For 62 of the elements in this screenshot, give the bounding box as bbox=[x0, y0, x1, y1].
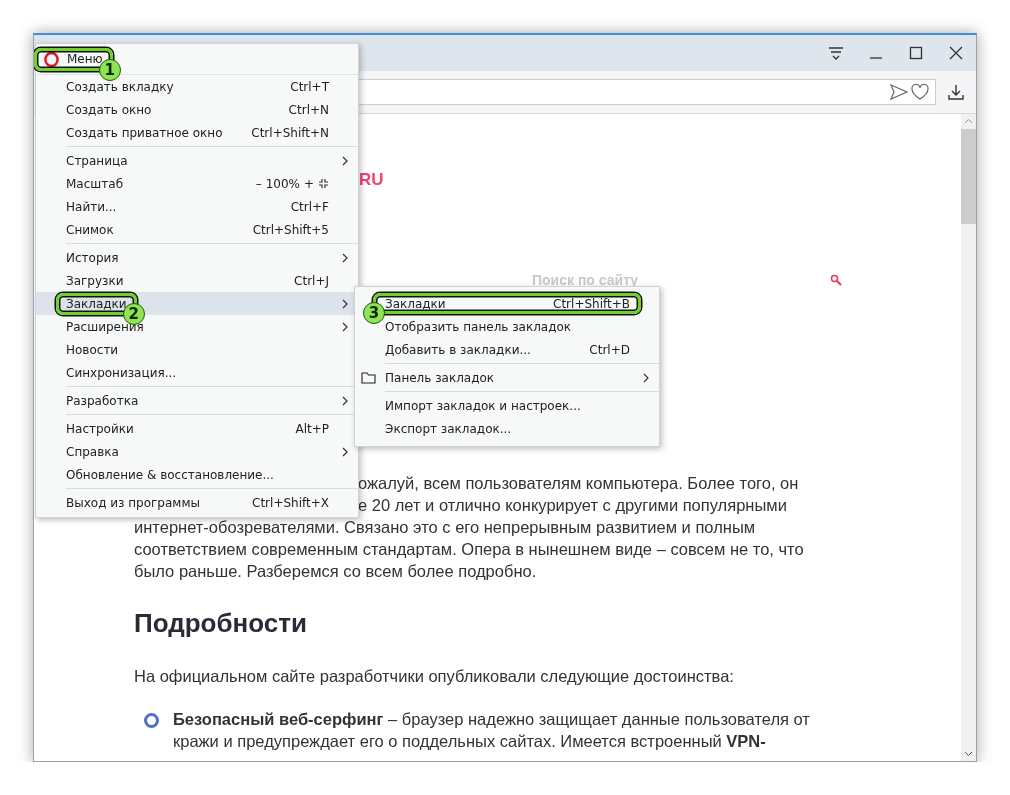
chevron-right-icon bbox=[341, 321, 349, 332]
chevron-right-icon bbox=[341, 155, 349, 166]
opera-logo-icon bbox=[44, 51, 59, 67]
paragraph-line: было раньше. Разберемся со всем более подробно. bbox=[134, 561, 537, 582]
heart-icon[interactable] bbox=[911, 84, 929, 100]
chevron-right-icon bbox=[341, 298, 349, 309]
menu-item[interactable]: Выход из программы Ctrl+Shift+X bbox=[36, 491, 358, 514]
step-badge: 3 bbox=[363, 302, 385, 324]
zoom-in-button[interactable]: + bbox=[303, 176, 314, 191]
paragraph: На официальном сайте разработчики опубликовали следующие достоинства: bbox=[134, 667, 734, 686]
menu-item[interactable]: Добавить в закладки... Ctrl+D bbox=[355, 338, 659, 361]
site-logo[interactable]: RU bbox=[359, 170, 384, 190]
shortcut-text: Ctrl+T bbox=[290, 79, 329, 94]
menu-item[interactable]: Создать окно Ctrl+N bbox=[36, 98, 358, 121]
shortcut-text: Ctrl+Shift+N bbox=[251, 125, 329, 140]
list-item-line: Безопасный веб-серфинг – браузер надежно защищает данные пользователя от bbox=[173, 709, 810, 730]
shortcut-text: Ctrl+N bbox=[288, 102, 329, 117]
shortcut-text: Ctrl+J bbox=[294, 273, 329, 288]
minimize-icon bbox=[869, 57, 883, 59]
paragraph-line: соответствием современным стандартам. Опера в нынешнем виде – совсем не то, что bbox=[134, 539, 804, 560]
chevron-right-icon bbox=[341, 252, 349, 263]
folder-icon bbox=[361, 371, 376, 384]
shortcut-text: Ctrl+F bbox=[290, 199, 329, 214]
paragraph-line: е 20 лет и отлично конкурирует с другими популярными bbox=[358, 495, 787, 516]
menu-item[interactable]: Снимок Ctrl+Shift+5 bbox=[36, 218, 358, 241]
menu-item[interactable]: Найти... Ctrl+F bbox=[36, 195, 358, 218]
maximize-icon bbox=[909, 46, 923, 60]
shortcut-text: Ctrl+D bbox=[589, 342, 630, 357]
bullet-icon bbox=[144, 713, 159, 728]
menu-item[interactable]: Импорт закладок и настроек... bbox=[355, 394, 659, 417]
menu-item[interactable]: Обновление & восстановление... bbox=[36, 463, 358, 486]
chevron-right-icon bbox=[341, 446, 349, 457]
menu-item[interactable]: Новости bbox=[36, 338, 358, 361]
download-icon bbox=[948, 84, 964, 100]
shortcut-text: Ctrl+Shift+5 bbox=[252, 222, 329, 237]
close-icon bbox=[949, 46, 963, 60]
zoom-level: 100% bbox=[265, 176, 300, 191]
menu-item[interactable]: Создать приватное окно Ctrl+Shift+N bbox=[36, 121, 358, 144]
menu-item[interactable]: Страница bbox=[36, 149, 358, 172]
menu-item[interactable]: Синхронизация... bbox=[36, 361, 358, 384]
menu-item[interactable]: Настройки Alt+P bbox=[36, 417, 358, 440]
fullscreen-icon[interactable] bbox=[318, 178, 329, 189]
send-icon[interactable] bbox=[890, 84, 908, 100]
shortcut-text: Ctrl+Shift+X bbox=[252, 495, 329, 510]
menu-item[interactable]: Экспорт закладок... bbox=[355, 417, 659, 440]
menu-item[interactable]: Панель закладок bbox=[355, 366, 659, 389]
menu-item[interactable]: История bbox=[36, 246, 358, 269]
shortcut-text: Ctrl+Shift+B bbox=[553, 296, 630, 311]
scrollbar-thumb[interactable] bbox=[961, 129, 976, 224]
section-heading: Подробности bbox=[134, 608, 308, 639]
paragraph-line: ожалуй, всем пользователям компьютера. Более того, он bbox=[358, 473, 799, 494]
menu-item[interactable]: Загрузки Ctrl+J bbox=[36, 269, 358, 292]
shortcut-text: Alt+P bbox=[295, 421, 329, 436]
lines-arrow-icon bbox=[828, 46, 844, 60]
chevron-right-icon bbox=[642, 372, 650, 383]
list-item-line: кражи и предупреждает его о поддельных сайтах. Имеется встроенный VPN- bbox=[173, 731, 766, 752]
zoom-out-button[interactable]: – bbox=[255, 176, 262, 191]
scrollbar[interactable] bbox=[961, 114, 976, 761]
search-icon[interactable] bbox=[830, 274, 842, 286]
menu-item[interactable]: Масштаб – 100% + bbox=[36, 172, 358, 195]
paragraph-line: интернет-обозревателями. Связано это с его непрерывным развитием и полным bbox=[134, 517, 756, 538]
chevron-right-icon bbox=[341, 395, 349, 406]
